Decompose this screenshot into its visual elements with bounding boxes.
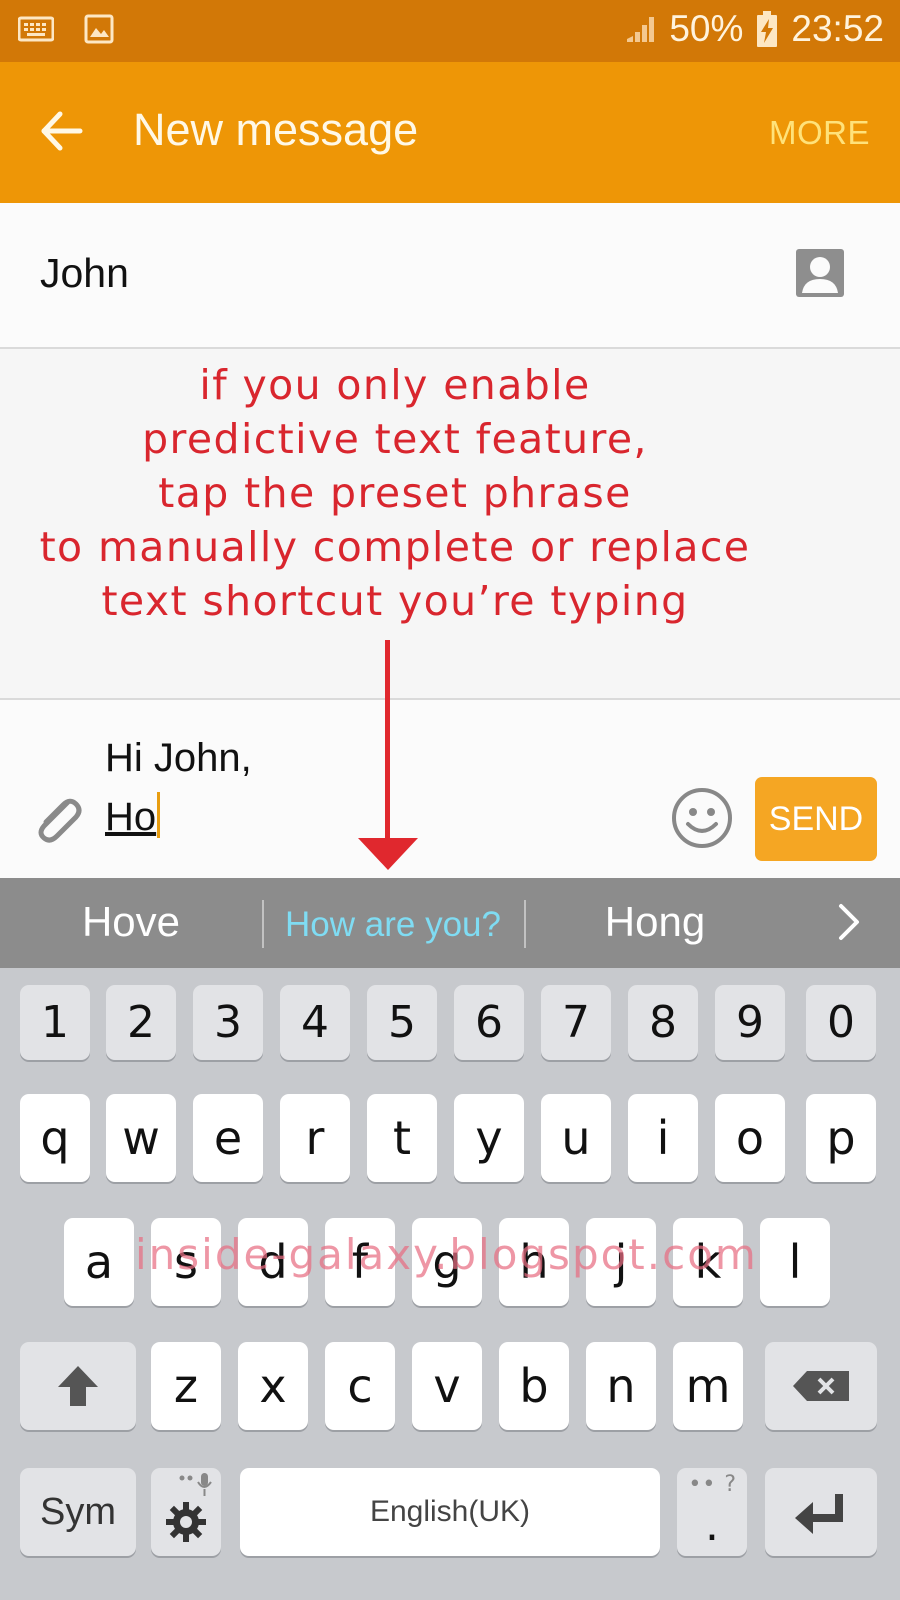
- key-6[interactable]: 6: [454, 985, 524, 1060]
- emoji-icon[interactable]: [670, 786, 734, 850]
- recipient-field[interactable]: John: [0, 203, 900, 349]
- key-k[interactable]: k: [673, 1218, 743, 1306]
- key-2[interactable]: 2: [106, 985, 176, 1060]
- battery-percent: 50%: [669, 8, 744, 49]
- key-m[interactable]: m: [673, 1342, 743, 1430]
- key-u[interactable]: u: [541, 1094, 611, 1182]
- backspace-icon: [793, 1371, 849, 1401]
- sym-key[interactable]: Sym: [20, 1468, 136, 1556]
- annotation-arrow-line: [385, 640, 390, 845]
- key-w[interactable]: w: [106, 1094, 176, 1182]
- key-x[interactable]: x: [238, 1342, 308, 1430]
- key-h[interactable]: h: [499, 1218, 569, 1306]
- period-hint: •• ?: [688, 1472, 737, 1497]
- chevron-right-icon[interactable]: [835, 902, 863, 942]
- message-composer[interactable]: Hi John, Ho SEND: [0, 698, 900, 880]
- key-f[interactable]: f: [325, 1218, 395, 1306]
- key-3[interactable]: 3: [193, 985, 263, 1060]
- key-r[interactable]: r: [280, 1094, 350, 1182]
- key-g[interactable]: g: [412, 1218, 482, 1306]
- space-key[interactable]: English(UK): [240, 1468, 660, 1556]
- signal-icon: [627, 17, 655, 42]
- key-7[interactable]: 7: [541, 985, 611, 1060]
- key-5[interactable]: 5: [367, 985, 437, 1060]
- key-s[interactable]: s: [151, 1218, 221, 1306]
- recipient-name: John: [40, 250, 129, 296]
- key-e[interactable]: e: [193, 1094, 263, 1182]
- page-title: New message: [133, 104, 419, 155]
- backspace-key[interactable]: [765, 1342, 877, 1430]
- key-o[interactable]: o: [715, 1094, 785, 1182]
- key-v[interactable]: v: [412, 1342, 482, 1430]
- key-l[interactable]: l: [760, 1218, 830, 1306]
- key-i[interactable]: i: [628, 1094, 698, 1182]
- shift-arrow-icon: [58, 1366, 98, 1406]
- keyboard-icon: [18, 16, 54, 42]
- app-bar: New message MORE: [0, 62, 900, 203]
- status-bar: 50% 23:52: [0, 0, 900, 62]
- keyboard: 1 2 3 4 5 6 7 8 9 0 q w e r t y u i o p …: [0, 968, 900, 1600]
- message-line-1[interactable]: Hi John,: [105, 736, 252, 781]
- suggestion-2[interactable]: How are you?: [262, 905, 524, 945]
- key-4[interactable]: 4: [280, 985, 350, 1060]
- battery-charging-icon: [757, 11, 778, 47]
- suggestion-3[interactable]: Hong: [524, 898, 786, 946]
- send-button[interactable]: SEND: [755, 777, 877, 861]
- clock: 23:52: [791, 8, 884, 49]
- key-y[interactable]: y: [454, 1094, 524, 1182]
- message-line-2[interactable]: Ho: [105, 792, 161, 840]
- suggestion-bar: Hove How are you? Hong: [0, 878, 900, 968]
- enter-icon: [795, 1494, 843, 1534]
- key-n[interactable]: n: [586, 1342, 656, 1430]
- enter-key[interactable]: [765, 1468, 877, 1556]
- more-button[interactable]: MORE: [769, 114, 870, 152]
- key-d[interactable]: d: [238, 1218, 308, 1306]
- key-a[interactable]: a: [64, 1218, 134, 1306]
- attachment-icon[interactable]: [28, 788, 86, 846]
- gear-icon: [166, 1502, 206, 1542]
- shift-key[interactable]: [20, 1342, 136, 1430]
- key-1[interactable]: 1: [20, 985, 90, 1060]
- contact-picker-icon[interactable]: [795, 248, 845, 298]
- microphone-icon: [179, 1473, 212, 1496]
- key-p[interactable]: p: [806, 1094, 876, 1182]
- back-arrow-icon[interactable]: [38, 106, 88, 156]
- key-z[interactable]: z: [151, 1342, 221, 1430]
- key-c[interactable]: c: [325, 1342, 395, 1430]
- annotation-text: if you only enable predictive text featu…: [39, 361, 751, 625]
- key-t[interactable]: t: [367, 1094, 437, 1182]
- settings-voice-key[interactable]: [151, 1468, 221, 1556]
- key-8[interactable]: 8: [628, 985, 698, 1060]
- key-9[interactable]: 9: [715, 985, 785, 1060]
- text-cursor: [157, 792, 161, 838]
- annotation-arrow-head: [358, 838, 418, 870]
- period-label: .: [705, 1499, 719, 1551]
- key-b[interactable]: b: [499, 1342, 569, 1430]
- suggestion-1[interactable]: Hove: [0, 898, 262, 946]
- image-icon: [84, 14, 114, 44]
- key-0[interactable]: 0: [806, 985, 876, 1060]
- key-q[interactable]: q: [20, 1094, 90, 1182]
- period-key[interactable]: •• ? .: [677, 1468, 747, 1556]
- key-j[interactable]: j: [586, 1218, 656, 1306]
